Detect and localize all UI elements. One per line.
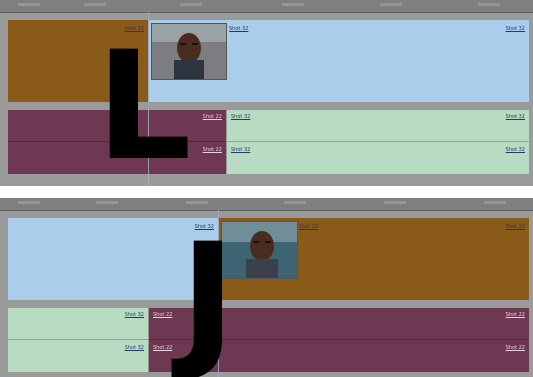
clip-label: Shot 32: [124, 312, 144, 318]
clip-label: Shot 32: [229, 26, 249, 32]
j-cut-letter: J: [180, 212, 236, 377]
clip-label: Shot 32: [505, 114, 525, 120]
ruler-tick: [380, 3, 402, 6]
clip-label: Shot 32: [505, 147, 525, 153]
clip-label: Shot 22: [202, 114, 222, 120]
timecode-ruler[interactable]: [0, 0, 533, 13]
timecode-ruler[interactable]: [0, 198, 533, 211]
clip-label: Shot 32: [231, 147, 251, 153]
ruler-tick: [18, 3, 40, 6]
ruler-tick: [18, 201, 40, 204]
l-cut-letter: L: [96, 20, 192, 186]
top-timeline: Shot 22 Shot 32 Shot 32 Shot 22 Shot 22 …: [0, 0, 533, 186]
ruler-tick: [180, 3, 202, 6]
audio-divider: [8, 339, 148, 340]
ruler-tick: [384, 201, 406, 204]
clip-label: Shot 32: [231, 114, 251, 120]
ruler-tick: [282, 3, 304, 6]
ruler-tick: [186, 201, 208, 204]
audio-divider: [227, 141, 529, 142]
video-clip-shot-32[interactable]: Shot 32 Shot 32: [149, 20, 529, 102]
video-clip-shot-22[interactable]: Shot 22 Shot 22: [219, 218, 529, 300]
ruler-tick: [84, 3, 106, 6]
ruler-tick: [478, 3, 500, 6]
clip-label: Shot 22: [153, 312, 173, 318]
bottom-timeline: Shot 32 Shot 22 Shot 22 Shot 32 Shot 32 …: [0, 198, 533, 377]
ruler-tick: [96, 201, 118, 204]
clip-label: Shot 22: [299, 224, 319, 230]
ruler-tick: [284, 201, 306, 204]
audio-clip-shot-32[interactable]: Shot 32 Shot 32: [8, 308, 148, 372]
clip-label: Shot 22: [505, 312, 525, 318]
clip-label: Shot 32: [124, 345, 144, 351]
clip-label: Shot 32: [505, 26, 525, 32]
ruler-tick: [484, 201, 506, 204]
clip-label: Shot 22: [202, 147, 222, 153]
audio-clip-shot-32[interactable]: Shot 32 Shot 32 Shot 32 Shot 32: [227, 110, 529, 174]
clip-label: Shot 22: [153, 345, 173, 351]
clip-label: Shot 22: [505, 345, 525, 351]
clip-label: Shot 22: [505, 224, 525, 230]
